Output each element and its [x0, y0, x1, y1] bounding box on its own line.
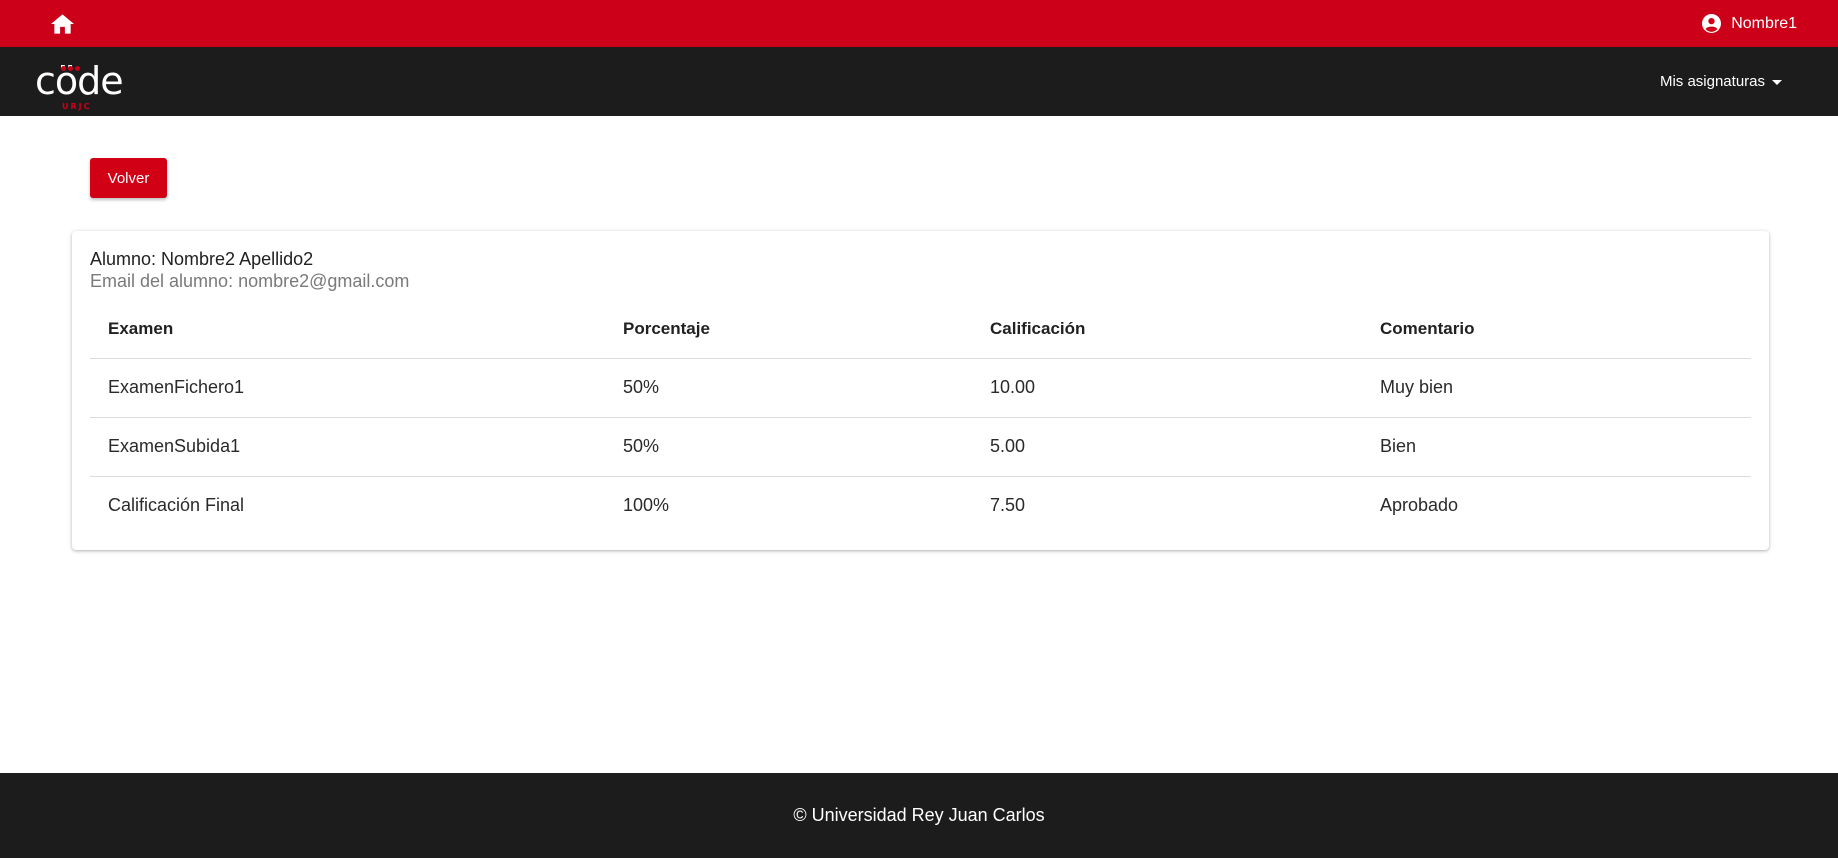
cell-comentario: Bien: [1362, 417, 1751, 477]
logo-subtitle: URJC: [62, 101, 92, 111]
footer: © Universidad Rey Juan Carlos: [0, 773, 1838, 858]
cell-calificacion: 10.00: [972, 358, 1362, 418]
cell-porcentaje: 50%: [605, 417, 972, 477]
cell-examen: Calificación Final: [108, 495, 245, 516]
logo-dots: [61, 65, 80, 71]
student-email: Email del alumno: nombre2@gmail.com: [90, 271, 410, 291]
caret-down-icon: [1772, 79, 1782, 85]
cell-calificacion: 7.50: [990, 495, 1026, 516]
table-row-final: Calificación Final 100% 7.50 Aprobado: [90, 476, 1751, 535]
column-header-calificacion: Calificación: [972, 301, 1362, 359]
user-name: Nombre1: [1731, 14, 1797, 32]
home-icon[interactable]: [50, 12, 74, 36]
main-navbar: cöde URJC Mis asignaturas: [0, 47, 1838, 116]
code-urjc-logo[interactable]: cöde URJC: [35, 55, 124, 111]
cell-examen: ExamenSubida1: [90, 417, 605, 477]
table-row: ExamenSubida1 50% 5.00 Bien: [90, 417, 1751, 477]
footer-copyright: © Universidad Rey Juan Carlos: [793, 805, 1045, 825]
back-button[interactable]: Volver: [90, 158, 167, 198]
dropdown-label: Mis asignaturas: [1659, 73, 1765, 90]
table-row: ExamenFichero1 50% 10.00 Muy bien: [90, 358, 1751, 418]
cell-porcentaje: 50%: [605, 358, 972, 418]
top-bar: Nombre1: [0, 0, 1838, 47]
mis-asignaturas-dropdown[interactable]: Mis asignaturas: [1660, 73, 1782, 90]
cell-comentario: Aprobado: [1380, 495, 1459, 516]
grades-table: Examen Porcentaje Calificación Comentari…: [90, 301, 1751, 535]
account-circle-icon: [1702, 14, 1722, 33]
column-header-examen: Examen: [90, 301, 605, 359]
column-header-comentario: Comentario: [1362, 301, 1751, 359]
logo-text: cöde: [35, 58, 124, 103]
cell-porcentaje: 100%: [623, 495, 670, 516]
student-name: Alumno: Nombre2 Apellido2: [90, 249, 314, 269]
grades-card: Alumno: Nombre2 Apellido2 Email del alum…: [72, 231, 1769, 550]
column-header-porcentaje: Porcentaje: [605, 301, 972, 359]
table-header-row: Examen Porcentaje Calificación Comentari…: [90, 301, 1751, 359]
cell-calificacion: 5.00: [972, 417, 1362, 477]
cell-examen: ExamenFichero1: [90, 358, 605, 418]
cell-comentario: Muy bien: [1362, 358, 1751, 418]
user-menu[interactable]: Nombre1: [1702, 14, 1797, 33]
